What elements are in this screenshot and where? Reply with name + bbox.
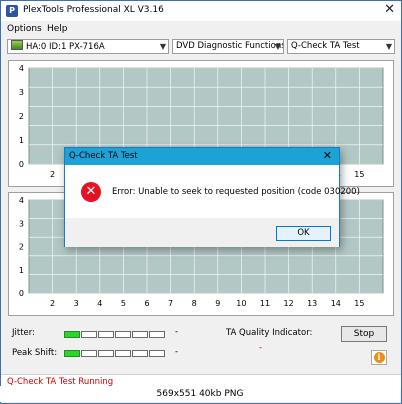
- ta-quality-label: TA Quality Indicator:: [226, 328, 313, 338]
- drive-select[interactable]: HA:0 ID:1 PX-716A ▼: [7, 39, 169, 54]
- error-icon: ✕: [81, 182, 101, 202]
- jitter-chart-x-tick-label: 15: [354, 170, 364, 179]
- peak-shift-value: -: [175, 347, 179, 357]
- peak-shift-chart-x-tick-label: 7: [168, 299, 173, 308]
- function-select[interactable]: DVD Diagnostic Functions ▼: [172, 39, 284, 54]
- peak-shift-chart-x-tick-label: 14: [331, 299, 341, 308]
- meters-panel: Jitter: - Peak Shift: - TA Quality Indic…: [8, 323, 394, 367]
- main-window: P PlexTools Professional XL V3.16 ✕ Opti…: [0, 0, 402, 404]
- menu-options[interactable]: Options: [7, 24, 42, 34]
- error-dialog: Q-Check TA Test ✕ ✕ Error: Unable to see…: [64, 147, 360, 247]
- peak-shift-chart-y-tick-label: 3: [19, 219, 24, 228]
- peak-shift-chart-x-tick-label: 13: [307, 299, 317, 308]
- meter-segment: [81, 331, 97, 338]
- jitter-label: Jitter:: [12, 328, 35, 338]
- jitter-chart-y-tick-label: 0: [19, 160, 24, 169]
- dialog-title: Q-Check TA Test: [69, 151, 138, 161]
- error-message: Error: Unable to seek to requested posit…: [112, 187, 360, 197]
- jitter-value: -: [175, 327, 179, 337]
- meter-segment: [98, 350, 114, 357]
- close-icon[interactable]: ✕: [384, 2, 395, 17]
- jitter-chart-x-tick-label: 2: [50, 170, 55, 179]
- dialog-title-bar: Q-Check TA Test ✕: [65, 148, 339, 165]
- meter-segment: [115, 331, 131, 338]
- peak-shift-chart-x-tick-label: 10: [236, 299, 246, 308]
- peak-shift-chart-y-tick-label: 0: [19, 289, 24, 298]
- drive-icon: [11, 40, 23, 50]
- ok-button[interactable]: OK: [276, 226, 331, 241]
- test-select-value: Q-Check TA Test: [291, 41, 360, 51]
- peak-shift-chart-y-tick-label: 4: [19, 196, 24, 205]
- peak-shift-chart-x-tick-label: 15: [354, 299, 364, 308]
- test-select[interactable]: Q-Check TA Test ▼: [287, 39, 395, 54]
- meter-segment: [64, 331, 80, 338]
- info-button[interactable]: i: [371, 350, 387, 365]
- peak-shift-chart-x-tick-label: 11: [260, 299, 270, 308]
- menu-help[interactable]: Help: [47, 24, 68, 34]
- meter-segment: [115, 350, 131, 357]
- close-icon[interactable]: ✕: [323, 149, 332, 162]
- ta-quality-value: -: [259, 343, 263, 353]
- meter-segment: [81, 350, 97, 357]
- image-caption: 569x551 40kb PNG: [0, 386, 400, 402]
- chevron-down-icon: ▼: [159, 42, 166, 51]
- meter-segment: [149, 350, 165, 357]
- menu-bar: Options Help: [1, 22, 401, 36]
- jitter-chart-y-tick-label: 1: [19, 136, 24, 145]
- meter-segment: [132, 350, 148, 357]
- meter-segment: [132, 331, 148, 338]
- jitter-chart-y-tick-label: 4: [19, 64, 24, 73]
- title-bar: P PlexTools Professional XL V3.16 ✕: [1, 1, 401, 21]
- peak-shift-chart-x-tick-label: 12: [284, 299, 294, 308]
- drive-select-value: HA:0 ID:1 PX-716A: [26, 42, 105, 52]
- peak-shift-chart-x-tick-label: 9: [215, 299, 220, 308]
- jitter-chart-y-tick-label: 3: [19, 88, 24, 97]
- toolbar: HA:0 ID:1 PX-716A ▼ DVD Diagnostic Funct…: [1, 39, 401, 57]
- meter-segment: [64, 350, 80, 357]
- peak-shift-label: Peak Shift:: [12, 348, 58, 358]
- dialog-footer: OK: [65, 218, 339, 247]
- info-icon: i: [373, 352, 385, 363]
- peak-shift-chart-y-tick-label: 2: [19, 243, 24, 252]
- peak-shift-chart-y-tick-label: 1: [19, 266, 24, 275]
- peak-shift-chart-x-tick-label: 4: [97, 299, 102, 308]
- function-select-value: DVD Diagnostic Functions: [176, 41, 284, 51]
- meter-segment: [98, 331, 114, 338]
- plextools-app-icon: P: [6, 5, 18, 17]
- peak-shift-chart-x-tick-label: 3: [74, 299, 79, 308]
- peak-shift-chart-x-tick-label: 6: [144, 299, 149, 308]
- jitter-chart-y-tick-label: 2: [19, 112, 24, 121]
- chevron-down-icon: ▼: [385, 42, 392, 51]
- chevron-down-icon: ▼: [274, 42, 281, 51]
- stop-button[interactable]: Stop: [341, 326, 387, 342]
- window-title: PlexTools Professional XL V3.16: [23, 5, 164, 15]
- peak-shift-chart-x-tick-label: 2: [50, 299, 55, 308]
- meter-segment: [149, 331, 165, 338]
- peak-shift-chart-x-tick-label: 5: [121, 299, 126, 308]
- peak-shift-chart-x-tick-label: 8: [192, 299, 197, 308]
